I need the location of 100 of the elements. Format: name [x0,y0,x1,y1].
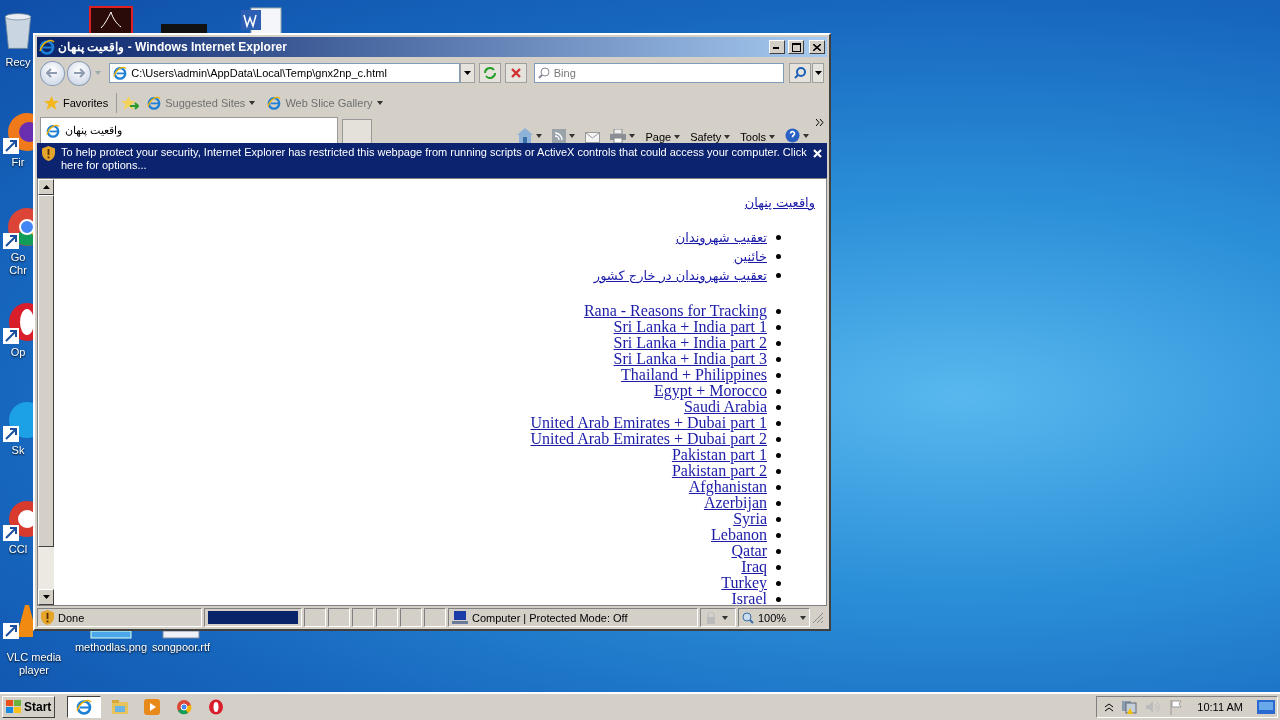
address-field[interactable]: C:\Users\admin\AppData\Local\Temp\gnx2np_c.html [109,63,460,83]
bullet-icon [776,564,781,570]
bullet-icon [776,468,781,474]
icon-label: VLC media player [6,651,62,677]
page-link[interactable]: Iraq [741,559,767,575]
page-link[interactable]: خائنین [733,247,767,266]
page-link[interactable]: Azerbijan [703,495,767,511]
privacy-button[interactable] [700,608,736,627]
caret-icon [800,615,806,620]
resize-grip-icon[interactable] [812,611,824,624]
page-link[interactable]: Pakistan part 1 [671,447,767,463]
page-link[interactable]: Sri Lanka + India part 3 [613,351,767,367]
forward-arrow-icon [73,68,86,78]
page-link[interactable]: Thailand + Philippines [621,367,767,383]
caret-icon [249,101,256,105]
page-link[interactable]: Turkey [721,575,767,591]
home-icon [517,128,534,143]
page-link[interactable]: United Arab Emirates + Dubai part 1 [530,415,767,431]
zoom-button[interactable]: 100% [738,608,810,627]
search-options-button[interactable] [812,63,824,83]
browser-tab[interactable]: واقعیت پنهان [40,117,338,143]
taskbar-browser-button[interactable] [67,696,102,718]
ie-logo-icon [113,66,128,80]
icon-label: Op [10,346,26,359]
page-link[interactable]: Syria [733,511,767,527]
scroll-down-button[interactable] [38,589,54,605]
page-link[interactable]: Saudi Arabia [683,399,767,415]
icon-label: Sk [11,444,25,457]
feed-icon [552,129,567,143]
status-panel: Done [37,608,202,627]
icon-label: CCl [8,543,28,556]
search-field[interactable]: Bing [553,67,781,79]
status-panel [424,608,446,627]
page-link[interactable]: تعقیب شهروندان [675,228,767,247]
caret-icon [629,134,636,138]
page-link[interactable]: Afghanistan [688,479,767,495]
page-link[interactable]: Pakistan part 2 [671,463,767,479]
shield-icon [41,610,54,625]
chevron-icon[interactable] [816,119,824,126]
page-link[interactable]: United Arab Emirates + Dubai part 2 [530,431,767,447]
scroll-thumb[interactable] [38,195,54,547]
bullet-icon [776,452,781,458]
bullet-icon [776,340,781,346]
stop-button[interactable] [505,63,527,83]
minimize-icon [773,45,781,49]
maximize-button[interactable] [788,40,804,54]
computer-icon [452,611,468,624]
information-bar[interactable]: To help protect your security, Internet Explorer has restricted this webpage from running scripts or ActiveX controls that could access your computer. Click here for options... [37,143,827,178]
minimize-button[interactable] [769,40,785,54]
scrollbar[interactable] [38,179,54,605]
bullet-icon [776,308,781,314]
page-heading-link[interactable]: واقعیت پنهان [744,193,815,212]
icon-label: Recy [5,56,31,69]
search-box[interactable]: Bing [533,63,785,83]
caret-icon [722,615,728,620]
back-button[interactable] [40,60,65,86]
windows-logo-icon [6,700,22,714]
clock[interactable]: 10:11 AM [1197,701,1243,713]
page-link[interactable]: Israel [731,591,767,605]
start-button[interactable]: Start [2,696,56,718]
close-icon[interactable] [813,149,822,158]
caret-icon [803,133,809,138]
bullet-icon [776,484,781,490]
bullet-icon [776,436,781,442]
document-icon[interactable] [89,6,133,36]
favorites-button[interactable]: Favorites [40,95,113,111]
page-link[interactable]: Lebanon [711,527,767,543]
caret-icon [569,134,576,138]
page-link[interactable]: Egypt + Morocco [654,383,767,399]
status-panel [304,608,326,627]
network-warning-icon[interactable] [1121,699,1138,715]
scroll-up-button[interactable] [38,179,54,195]
command-menu[interactable]: Tools [737,131,778,143]
page-link[interactable]: Rana - Reasons for Tracking [583,303,767,319]
ie-logo-icon [46,123,60,138]
status-panel [400,608,422,627]
page-link[interactable]: Sri Lanka + India part 2 [613,335,767,351]
caret-icon [536,133,543,138]
back-arrow-icon [46,68,59,78]
page-link[interactable]: Qatar [731,543,767,559]
opera-icon [208,699,225,715]
command-menu[interactable]: Page [642,131,684,143]
search-button[interactable] [789,63,812,83]
zone-panel: Computer | Protected Mode: Off [448,608,698,627]
lock-icon [704,611,718,624]
down-arrow-icon [42,595,50,599]
up-arrow-icon [42,185,50,189]
play-icon [144,699,161,715]
page-link[interactable]: تعقیب شهروندان در خارج کشور [593,266,767,285]
caret-icon [376,101,383,105]
bullet-icon [776,372,781,378]
page-link[interactable]: Sri Lanka + India part 1 [613,319,767,335]
show-hidden-icons-icon[interactable] [1105,702,1114,712]
close-button[interactable] [809,40,825,54]
forward-button[interactable] [66,60,92,86]
refresh-icon [483,67,498,79]
command-menu[interactable]: Safety [687,131,734,143]
bullet-icon [776,500,781,506]
help-button[interactable] [782,128,812,143]
bullet-icon [776,404,781,410]
